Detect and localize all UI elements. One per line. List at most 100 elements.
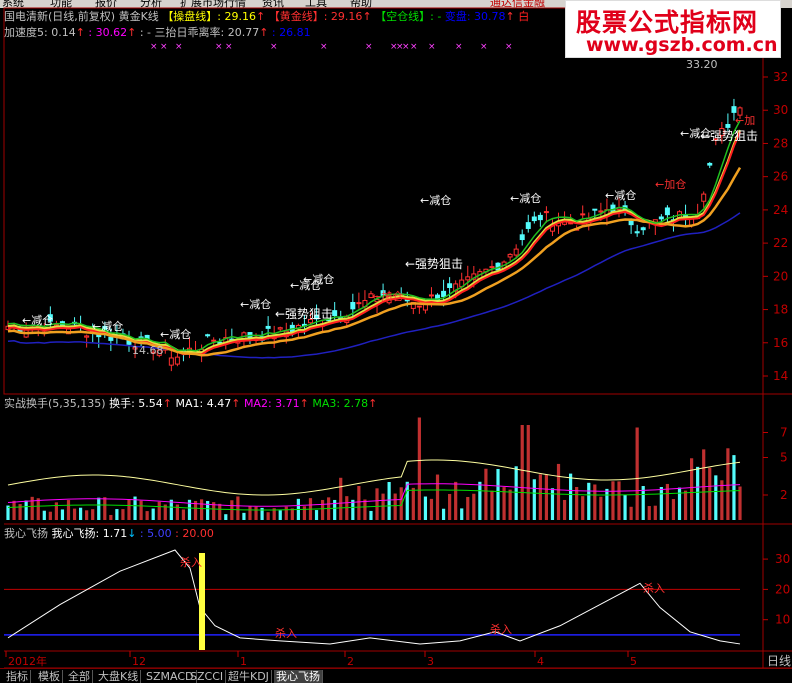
candle-body xyxy=(447,283,453,289)
candle-body xyxy=(416,305,422,308)
x-marker: × xyxy=(320,42,328,52)
header2-item-2: : - 三抬日乖离率: 20.77 xyxy=(136,26,260,39)
fly-param2: : 20.00 xyxy=(175,527,214,540)
turnover-bar xyxy=(653,505,657,520)
turnover-bar xyxy=(647,506,651,520)
turnover-bar xyxy=(683,490,688,520)
candle-body xyxy=(168,357,174,366)
turnover-bar xyxy=(617,481,621,520)
header-item-4: 白 xyxy=(514,10,530,23)
candle-body xyxy=(332,310,338,317)
x-marker: × xyxy=(225,42,233,52)
up-arrow-icon: ↑ xyxy=(75,26,85,39)
candle-body xyxy=(664,207,670,216)
tab-5[interactable]: SZCCI xyxy=(188,670,227,683)
turnover-bar xyxy=(544,474,549,520)
candle-body xyxy=(350,302,356,310)
turnover-bar xyxy=(514,466,518,520)
turnover-bar xyxy=(702,449,706,520)
x-marker: × xyxy=(215,42,223,52)
turnover-ma3: MA3: 2.78 xyxy=(312,397,369,410)
turnover-bar xyxy=(387,482,391,520)
fly-sell-label: 杀入 xyxy=(180,555,202,569)
turnover-bar xyxy=(42,510,46,520)
fly-header: 我心飞扬 我心飞扬: 1.71↓ : 5.00 : 20.00 xyxy=(4,527,214,540)
turnover-bar xyxy=(181,509,186,520)
candle-body xyxy=(507,253,513,258)
turnover-ma2: MA2: 3.71 xyxy=(243,397,300,410)
turnover-bar xyxy=(127,499,131,520)
candle-body xyxy=(441,290,447,297)
turnover-bar xyxy=(484,468,488,520)
up-arrow-icon: ↑ xyxy=(505,10,515,23)
turnover-bar xyxy=(496,469,500,520)
candle-body xyxy=(707,162,713,166)
period-label: 日线 xyxy=(767,654,791,668)
header2-item-3: : 26.81 xyxy=(268,26,311,39)
x-marker: × xyxy=(402,42,410,52)
turnover-bar xyxy=(151,508,155,520)
reduce-annotation-2: ←减仓 xyxy=(160,327,191,341)
turnover-bar xyxy=(91,509,95,520)
turnover-bar xyxy=(435,474,440,520)
turnover-bar xyxy=(357,485,361,520)
candle-body xyxy=(537,214,543,221)
reduce-annotation-3: ←减仓 xyxy=(240,297,271,311)
turnover-bar xyxy=(199,499,204,520)
turnover-bar xyxy=(284,506,288,520)
tab-3[interactable]: 大盘K线 xyxy=(96,670,142,683)
x-marker: × xyxy=(365,42,373,52)
indicator-name: 黄金K线 xyxy=(118,10,159,23)
tab-7[interactable]: 我心飞扬 xyxy=(274,670,323,683)
header-item-1: 【黄金线】: 29.16 xyxy=(265,10,363,23)
turnover-bar xyxy=(381,493,385,520)
turnover-bar xyxy=(230,500,234,520)
add-annotation-1: ←加仓 xyxy=(655,177,686,191)
turnover-bar xyxy=(708,467,712,520)
turnover-bar xyxy=(550,488,555,520)
turnover-bar xyxy=(671,499,676,520)
turnover-ma1: MA1: 4.47 xyxy=(175,397,232,410)
reduce-annotation-0: ←减仓 xyxy=(22,313,53,327)
turnover-bar xyxy=(460,508,464,520)
turnover-bar xyxy=(508,489,512,520)
tab-6[interactable]: 超牛KDJ xyxy=(226,670,272,683)
strong-annotation-0: ←强势狙击 xyxy=(275,307,333,321)
candle-body xyxy=(356,302,362,305)
fly-axis-label-1: 20 xyxy=(775,582,790,596)
indicator-tab-bar: 指标 模板 全部 大盘K线 SZMACD SZCCI 超牛KDJ 我心飞扬 xyxy=(0,668,792,683)
turnover-bar xyxy=(635,427,639,520)
chart-canvas: 32302826242220181614752302010× × × × × × × × ×××… xyxy=(3,7,792,669)
turnover-bar xyxy=(103,497,107,520)
x-marker: × xyxy=(175,42,183,52)
candle-body xyxy=(277,327,283,330)
header2-item-0: 加速度5: 0.14 xyxy=(4,26,76,39)
add-annotation-0: ←加仓 xyxy=(372,289,403,303)
candle-body xyxy=(211,339,217,342)
turnover-bar xyxy=(472,493,476,520)
tab-0[interactable]: 指标 xyxy=(4,670,31,683)
candle-body xyxy=(592,208,598,211)
turnover-bar xyxy=(526,425,530,520)
x-marker: × xyxy=(150,42,158,52)
turnover-bar xyxy=(248,506,252,520)
candle-body xyxy=(731,106,737,113)
candle-body xyxy=(658,216,664,220)
price-axis-label-5: 22 xyxy=(773,236,788,250)
turnover-bar xyxy=(60,509,65,520)
candle-body xyxy=(580,213,586,216)
candle-body xyxy=(84,335,90,338)
turnover-bar xyxy=(109,514,113,520)
turnover-bar xyxy=(677,487,682,520)
turnover-bar xyxy=(242,512,246,520)
turnover-bar xyxy=(254,506,258,520)
fly-axis-label-0: 30 xyxy=(775,552,790,566)
turnover-bar xyxy=(562,499,567,520)
candle-body xyxy=(265,325,271,329)
tab-2[interactable]: 全部 xyxy=(66,670,93,683)
x-marker: × xyxy=(505,42,513,52)
stock-title: 国电清新(日线,前复权) xyxy=(4,10,116,23)
turnover-bar xyxy=(169,499,173,520)
turnover-bar xyxy=(659,487,663,520)
tab-1[interactable]: 模板 xyxy=(36,670,63,683)
